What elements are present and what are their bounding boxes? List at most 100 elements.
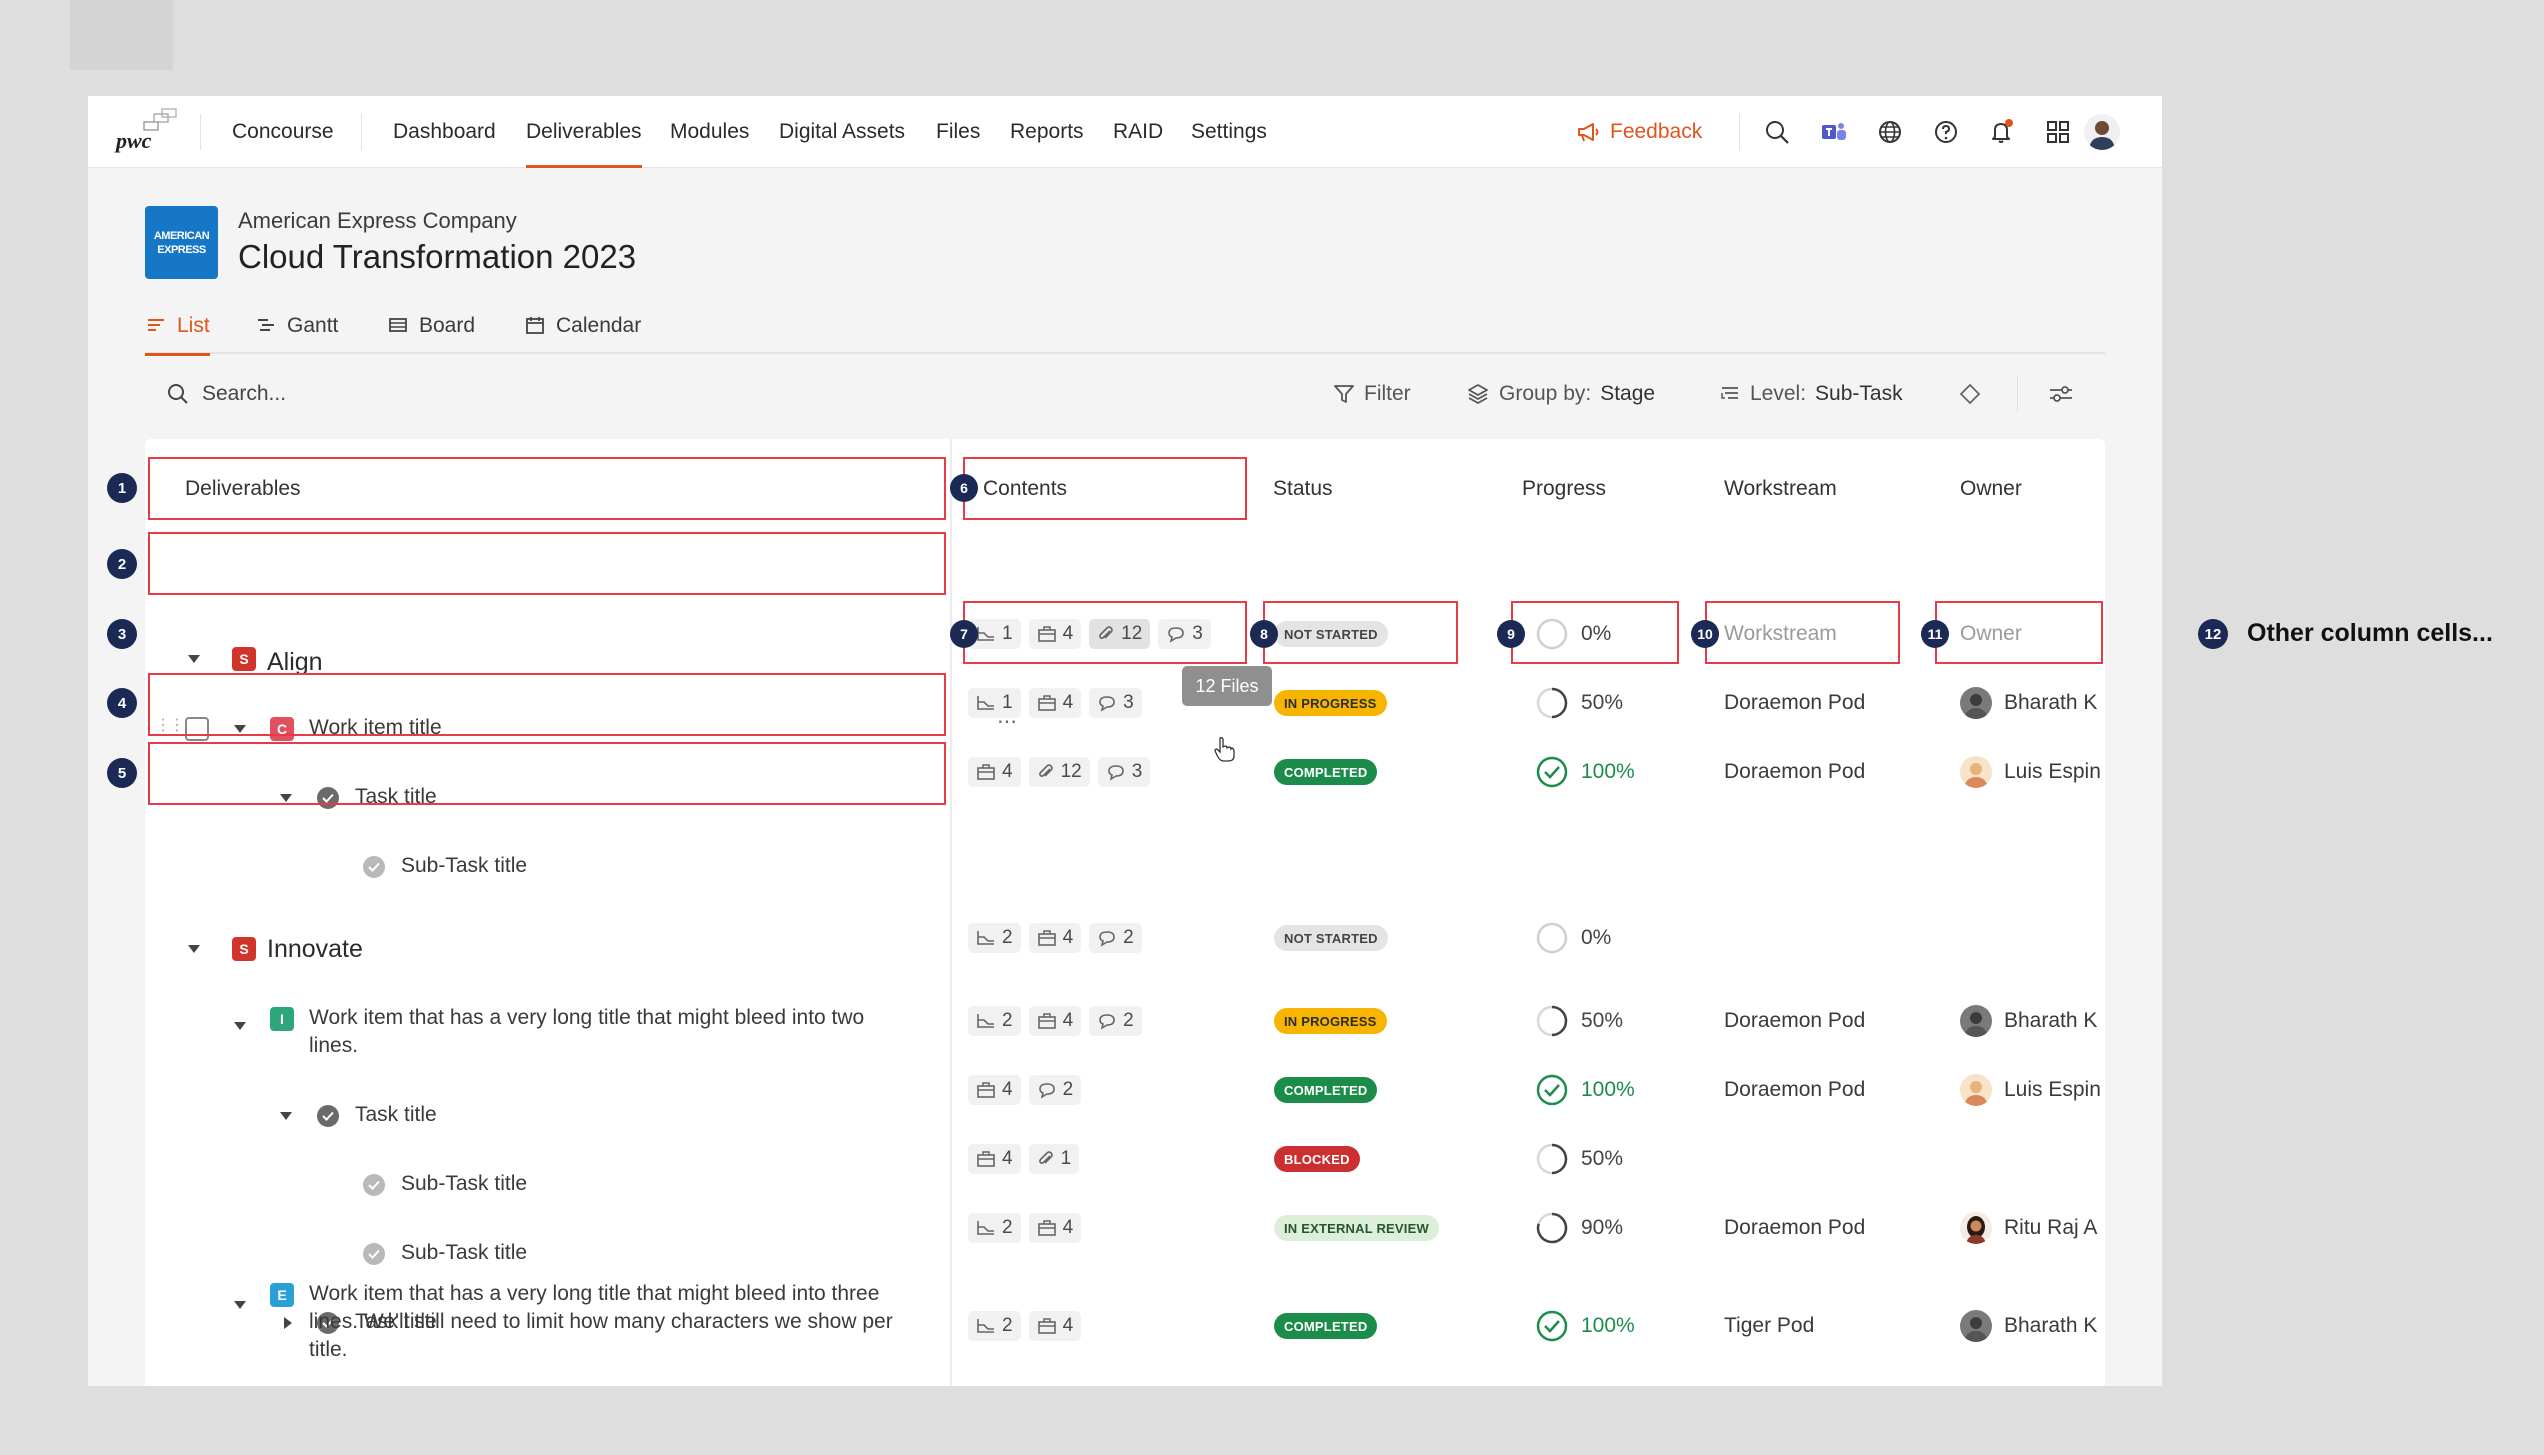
expand-caret-icon[interactable] [279, 1314, 297, 1332]
expand-collapse-button[interactable] [1958, 376, 1982, 412]
workstream-cell[interactable]: Tiger Pod [1724, 1314, 1814, 1338]
stages-chip[interactable]: 2 [968, 923, 1021, 953]
status-badge[interactable]: IN PROGRESS [1274, 690, 1387, 716]
tab-board[interactable]: Board [387, 314, 475, 354]
stage-title-innovate[interactable]: Innovate [267, 935, 363, 964]
boxes-chip[interactable]: 4 [968, 1144, 1021, 1174]
collapse-caret-icon[interactable] [231, 1296, 249, 1314]
stages-chip[interactable]: 2 [968, 1311, 1021, 1341]
work-item-title[interactable]: Work item title [309, 716, 442, 740]
nav-item-dashboard[interactable]: Dashboard [393, 96, 496, 168]
boxes-chip[interactable]: 4 [968, 1075, 1021, 1105]
status-badge[interactable]: NOT STARTED [1274, 925, 1388, 951]
drag-handle-icon[interactable]: ⋮⋮ [155, 715, 185, 735]
column-header-owner[interactable]: Owner [1960, 477, 2022, 501]
owner-cell[interactable]: Bharath K [1960, 1005, 2097, 1037]
row-checkbox[interactable] [185, 717, 209, 741]
status-badge[interactable]: IN EXTERNAL REVIEW [1274, 1215, 1439, 1241]
work-item-title-line[interactable]: Work item that has a very long title tha… [309, 1282, 879, 1306]
status-badge[interactable]: NOT STARTED [1274, 621, 1388, 647]
subtask-title[interactable]: Sub-Task title [401, 854, 527, 878]
status-badge[interactable]: BLOCKED [1274, 1146, 1360, 1172]
pwc-logo[interactable]: pwc [112, 108, 182, 156]
column-header-deliverables[interactable]: Deliverables [185, 477, 301, 501]
filter-button[interactable]: Filter [1333, 376, 1411, 412]
settings-sliders-button[interactable] [2048, 376, 2074, 412]
tab-calendar[interactable]: Calendar [524, 314, 641, 354]
group-by-button[interactable]: Group by: Stage [1466, 376, 1655, 412]
search-icon[interactable] [1761, 116, 1793, 148]
stages-chip[interactable]: 2 [968, 1006, 1021, 1036]
workstream-cell[interactable]: Doraemon Pod [1724, 1009, 1865, 1033]
column-header-progress[interactable]: Progress [1522, 477, 1606, 501]
column-header-contents[interactable]: Contents [983, 477, 1067, 501]
comments-chip[interactable]: 3 [1097, 757, 1151, 787]
collapse-caret-icon[interactable] [185, 940, 203, 958]
status-badge[interactable]: IN PROGRESS [1274, 1008, 1387, 1034]
tab-list[interactable]: List [145, 314, 210, 356]
nav-item-modules[interactable]: Modules [670, 96, 749, 168]
files-chip[interactable]: 12 [1089, 619, 1151, 649]
stages-chip[interactable]: 2 [968, 1213, 1021, 1243]
app-grid-icon[interactable] [2042, 116, 2074, 148]
comments-chip[interactable]: 3 [1158, 619, 1211, 649]
collapse-caret-icon[interactable] [231, 1017, 249, 1035]
nav-product-concourse[interactable]: Concourse [232, 96, 334, 168]
nav-item-reports[interactable]: Reports [1010, 96, 1084, 168]
comments-chip[interactable]: 3 [1089, 688, 1142, 718]
notification-bell-icon[interactable] [1986, 116, 2018, 148]
stage-title-align[interactable]: Align [267, 648, 323, 677]
stages-chip[interactable]: 1 [968, 688, 1021, 718]
status-badge[interactable]: COMPLETED [1274, 1077, 1378, 1103]
comments-chip[interactable]: 2 [1089, 1006, 1142, 1036]
owner-cell[interactable]: Luis Espin [1960, 756, 2101, 788]
nav-item-files[interactable]: Files [936, 96, 980, 168]
boxes-chip[interactable]: 4 [1028, 1006, 1082, 1036]
workstream-cell[interactable]: Doraemon Pod [1724, 1216, 1865, 1240]
nav-item-digital-assets[interactable]: Digital Assets [779, 96, 905, 168]
boxes-chip[interactable]: 4 [1028, 1213, 1082, 1243]
status-badge[interactable]: COMPLETED [1274, 759, 1378, 785]
workstream-cell[interactable]: Doraemon Pod [1724, 1078, 1865, 1102]
collapse-caret-icon[interactable] [231, 720, 249, 738]
files-chip[interactable]: 12 [1028, 757, 1090, 787]
boxes-chip[interactable]: 4 [1028, 923, 1082, 953]
task-title[interactable]: Task title [355, 1103, 437, 1127]
collapse-caret-icon[interactable] [277, 789, 295, 807]
user-avatar[interactable] [2084, 114, 2120, 150]
owner-cell[interactable]: Bharath K [1960, 1310, 2097, 1342]
work-item-title-line[interactable]: title. [309, 1338, 348, 1362]
nav-item-raid[interactable]: RAID [1113, 96, 1163, 168]
nav-item-deliverables[interactable]: Deliverables [526, 96, 642, 168]
level-button[interactable]: Level: Sub-Task [1719, 376, 1903, 412]
boxes-chip[interactable]: 4 [1028, 688, 1082, 718]
owner-placeholder[interactable]: Owner [1960, 622, 2022, 646]
owner-cell[interactable]: Bharath K [1960, 687, 2097, 719]
owner-cell[interactable]: Luis Espin [1960, 1074, 2101, 1106]
boxes-chip[interactable]: 4 [1028, 619, 1082, 649]
files-chip[interactable]: 1 [1028, 1144, 1080, 1174]
comments-chip[interactable]: 2 [1028, 1075, 1082, 1105]
column-header-workstream[interactable]: Workstream [1724, 477, 1837, 501]
comments-chip[interactable]: 2 [1089, 923, 1142, 953]
work-item-title-line[interactable]: Work item that has a very long title tha… [309, 1006, 864, 1030]
workstream-cell[interactable]: Doraemon Pod [1724, 760, 1865, 784]
work-item-title-line[interactable]: lines. We'll still need to limit how man… [309, 1310, 893, 1334]
feedback-button[interactable]: Feedback [1576, 96, 1702, 168]
boxes-chip[interactable]: 4 [968, 757, 1021, 787]
task-title[interactable]: Task title [355, 785, 437, 809]
owner-cell[interactable]: Ritu Raj A [1960, 1212, 2097, 1244]
subtask-title[interactable]: Sub-Task title [401, 1172, 527, 1196]
help-icon[interactable] [1930, 116, 1962, 148]
subtask-title[interactable]: Sub-Task title [401, 1241, 527, 1265]
globe-icon[interactable] [1874, 116, 1906, 148]
status-badge[interactable]: COMPLETED [1274, 1313, 1378, 1339]
work-item-title-line[interactable]: lines. [309, 1034, 358, 1058]
tab-gantt[interactable]: Gantt [255, 314, 338, 354]
boxes-chip[interactable]: 4 [1028, 1311, 1082, 1341]
teams-icon[interactable] [1818, 116, 1850, 148]
workstream-cell[interactable]: Doraemon Pod [1724, 691, 1865, 715]
column-header-status[interactable]: Status [1273, 477, 1333, 501]
collapse-caret-icon[interactable] [277, 1107, 295, 1125]
workstream-placeholder[interactable]: Workstream [1724, 622, 1837, 646]
